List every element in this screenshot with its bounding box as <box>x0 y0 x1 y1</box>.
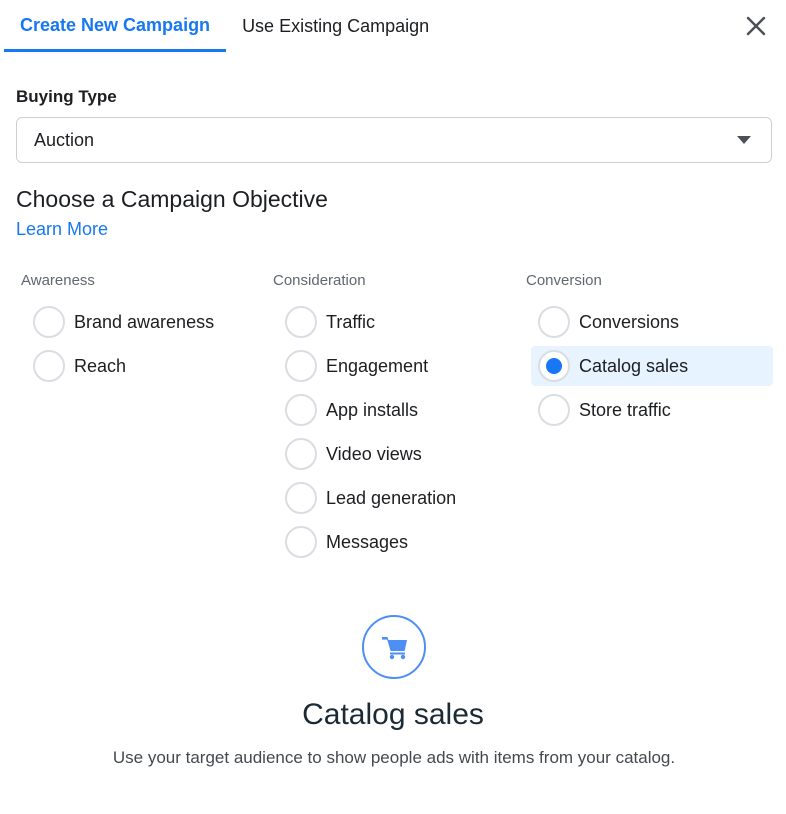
objective-column-conversion: Conversion Conversions Catalog sales Sto… <box>521 272 773 434</box>
radio-button[interactable] <box>285 482 317 514</box>
caret-down-icon <box>737 136 751 144</box>
option-label: Lead generation <box>326 488 457 508</box>
option-label: Catalog sales <box>579 356 689 376</box>
objective-column-awareness: Awareness Brand awareness Reach <box>16 272 266 390</box>
campaign-tabs: Create New Campaign Use Existing Campaig… <box>4 0 445 52</box>
radio-button[interactable] <box>285 394 317 426</box>
option-label: Messages <box>326 532 409 552</box>
buying-type-value: Auction <box>34 130 95 150</box>
objective-detail-description: Use your target audience to show people … <box>112 748 676 767</box>
radio-dot <box>546 358 562 374</box>
radio-button[interactable] <box>285 350 317 382</box>
radio-button[interactable] <box>285 526 317 558</box>
objective-option-messages[interactable]: Messages <box>278 522 520 562</box>
column-title: Consideration <box>273 272 366 289</box>
objective-option-conversions[interactable]: Conversions <box>531 302 773 342</box>
tab-use-existing-campaign[interactable]: Use Existing Campaign <box>226 0 445 52</box>
radio-button[interactable] <box>285 306 317 338</box>
radio-button[interactable] <box>538 394 570 426</box>
objective-option-catalog-sales[interactable]: Catalog sales <box>531 346 773 386</box>
option-label: Conversions <box>579 312 680 332</box>
column-title: Awareness <box>21 272 95 289</box>
objective-heading: Choose a Campaign Objective <box>16 186 328 212</box>
column-title: Conversion <box>526 272 602 289</box>
radio-button-selected[interactable] <box>538 350 570 382</box>
objective-option-reach[interactable]: Reach <box>26 346 268 386</box>
objective-option-video-views[interactable]: Video views <box>278 434 520 474</box>
option-label: App installs <box>326 400 419 420</box>
radio-button[interactable] <box>285 438 317 470</box>
close-icon <box>746 16 766 36</box>
buying-type-label: Buying Type <box>16 87 117 106</box>
radio-button[interactable] <box>538 306 570 338</box>
objective-option-engagement[interactable]: Engagement <box>278 346 520 386</box>
objective-column-consideration: Consideration Traffic Engagement App ins… <box>268 272 518 566</box>
shopping-cart-icon <box>382 637 407 660</box>
tab-create-new-campaign[interactable]: Create New Campaign <box>4 0 227 52</box>
learn-more-link[interactable]: Learn More <box>16 219 108 240</box>
objective-option-lead-generation[interactable]: Lead generation <box>278 478 520 518</box>
close-button[interactable] <box>744 14 768 38</box>
objective-icon-badge <box>362 615 426 679</box>
objective-option-app-installs[interactable]: App installs <box>278 390 520 430</box>
option-label: Reach <box>74 356 127 376</box>
objective-detail-title: Catalog sales <box>302 698 484 731</box>
objective-option-store-traffic[interactable]: Store traffic <box>531 390 773 430</box>
objective-option-traffic[interactable]: Traffic <box>278 302 520 342</box>
radio-button[interactable] <box>33 350 65 382</box>
option-label: Engagement <box>326 356 429 376</box>
option-label: Traffic <box>326 312 376 332</box>
option-label: Video views <box>326 444 422 464</box>
option-label: Brand awareness <box>74 312 215 332</box>
objective-option-brand-awareness[interactable]: Brand awareness <box>26 302 268 342</box>
radio-button[interactable] <box>33 306 65 338</box>
option-label: Store traffic <box>579 400 671 420</box>
buying-type-select[interactable]: Auction <box>16 117 772 163</box>
